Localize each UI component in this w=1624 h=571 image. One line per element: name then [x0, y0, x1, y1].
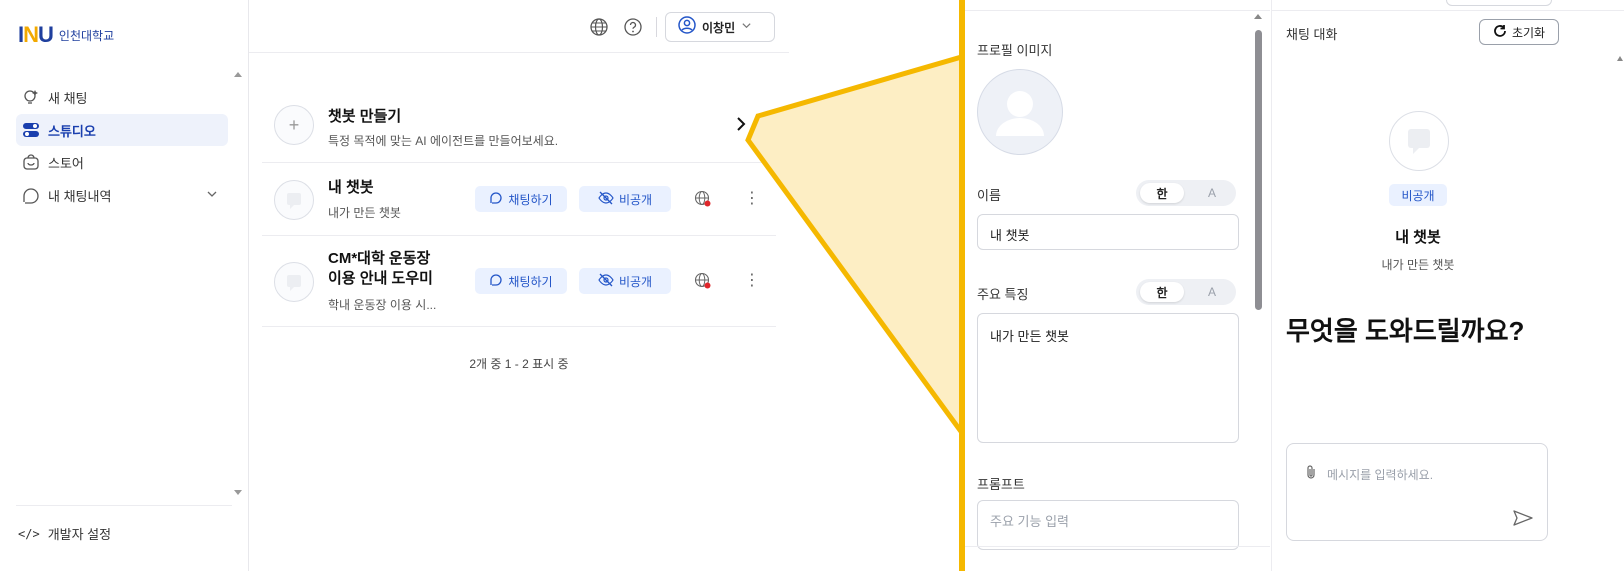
reset-button[interactable]: 초기화	[1479, 19, 1559, 45]
profile-image-label: 프로필 이미지	[977, 43, 1053, 58]
sidebar-item-label: 스토어	[48, 155, 84, 171]
developer-settings-link[interactable]: </> 개발자 설정	[18, 524, 111, 543]
paperclip-icon[interactable]	[1305, 464, 1317, 485]
name-label: 이름	[977, 188, 1001, 203]
visibility-label: 비공개	[618, 192, 653, 207]
code-icon: </>	[18, 526, 40, 541]
sidebar-item-studio[interactable]: 스튜디오	[16, 114, 228, 146]
plus-icon: +	[274, 105, 314, 145]
chatbot-title-line1: CM*대학 운동장	[328, 250, 431, 267]
start-chat-label: 채팅하기	[508, 274, 553, 289]
feature-textarea[interactable]: 내가 만든 챗봇	[977, 313, 1239, 443]
chatbot-avatar	[1389, 111, 1449, 171]
sidebar-item-new-chat[interactable]: 새 채팅	[16, 81, 228, 113]
sidebar-item-label: 내 채팅내역	[48, 188, 112, 204]
sidebar-divider	[16, 505, 232, 506]
lang-korean-option[interactable]: 한	[1140, 282, 1184, 302]
toggle-icon	[22, 121, 40, 139]
visibility-badge: 비공개	[1389, 184, 1447, 206]
create-chatbot-title: 챗봇 만들기	[328, 108, 402, 125]
chat-scroll-up-icon[interactable]	[1617, 56, 1623, 61]
chat-history-icon	[22, 186, 40, 204]
developer-settings-label: 개발자 설정	[47, 527, 112, 542]
visibility-label: 비공개	[618, 274, 653, 289]
chatbot-avatar	[274, 262, 314, 302]
message-input-box[interactable]: 메시지를 입력하세요.	[1286, 443, 1548, 541]
welcome-headline: 무엇을 도와드릴까요?	[1286, 316, 1525, 346]
chevron-down-icon[interactable]	[206, 188, 218, 203]
lang-english-option[interactable]: A	[1192, 282, 1232, 302]
top-cut-button[interactable]	[1446, 0, 1552, 6]
callout-highlight	[745, 52, 968, 445]
chatbot-editor-panel: 프로필 이미지 이름 한 A 내 챗봇 주요 특징 한 A 내가 만든 챗봇 프…	[965, 0, 1270, 571]
chatbot-title: 내 챗봇	[328, 179, 374, 196]
sidebar-item-label: 스튜디오	[48, 123, 96, 139]
help-icon[interactable]	[623, 17, 643, 42]
inu-logo-mark: INU	[18, 22, 54, 47]
chat-bubble-icon	[489, 273, 503, 290]
bot-name: 내 챗봇	[1395, 229, 1441, 246]
sidebar-scroll-down-icon[interactable]	[234, 490, 242, 495]
prompt-label: 프롬프트	[977, 477, 1025, 492]
bag-icon	[22, 153, 40, 171]
eye-off-icon	[598, 273, 614, 290]
row-divider	[262, 326, 776, 327]
send-icon[interactable]	[1513, 510, 1533, 531]
sidebar: INU 인천대학교 새 채팅 스튜디오 스토어 내 채팅내역 </> 개발자 설…	[0, 0, 249, 571]
refresh-icon	[1493, 24, 1507, 41]
school-name: 인천대학교	[58, 28, 115, 43]
lang-korean-option[interactable]: 한	[1140, 183, 1184, 203]
feature-language-toggle[interactable]: 한 A	[1136, 279, 1236, 305]
brand-logo[interactable]: INU 인천대학교	[18, 22, 114, 48]
bulb-sparkle-icon	[22, 88, 40, 106]
reset-label: 초기화	[1511, 25, 1546, 40]
globe-icon[interactable]	[589, 17, 609, 42]
chat-preview-panel: 채팅 대화 초기화 비공개 내 챗봇 내가 만든 챗봇 무엇을 도와드릴까요? …	[1271, 0, 1624, 571]
chatbot-row: 내 챗봇 내가 만든 챗봇 채팅하기 비공개 ⋮	[262, 170, 782, 230]
globe-status-icon[interactable]	[694, 272, 712, 295]
name-language-toggle[interactable]: 한 A	[1136, 180, 1236, 206]
row-divider	[262, 235, 776, 236]
sidebar-item-label: 새 채팅	[48, 90, 88, 106]
create-chatbot-row[interactable]: + 챗봇 만들기 특정 목적에 맞는 AI 에이전트를 만들어보세요.	[262, 93, 782, 161]
prompt-input[interactable]: 주요 기능 입력	[977, 500, 1239, 550]
message-input-placeholder: 메시지를 입력하세요.	[1327, 468, 1434, 482]
user-avatar-icon	[996, 91, 1044, 136]
visibility-button[interactable]: 비공개	[579, 268, 671, 294]
profile-image-upload[interactable]	[977, 69, 1063, 155]
editor-scrollbar-thumb[interactable]	[1255, 30, 1262, 310]
editor-top-divider	[965, 10, 1270, 11]
editor-scroll-up-icon[interactable]	[1254, 14, 1262, 19]
eye-off-icon	[598, 191, 614, 208]
chatbot-avatar	[274, 180, 314, 220]
chatbot-title: CM*대학 운동장 이용 안내 도우미	[328, 249, 433, 289]
sidebar-scroll-up-icon[interactable]	[234, 72, 242, 77]
chatbot-subtitle: 내가 만든 챗봇	[328, 206, 401, 220]
name-field[interactable]: 내 챗봇	[977, 214, 1239, 250]
user-avatar-icon	[678, 15, 696, 39]
row-divider	[262, 162, 776, 163]
sidebar-item-chat-history[interactable]: 내 채팅내역	[16, 179, 228, 211]
chatbot-row: CM*대학 운동장 이용 안내 도우미 학내 운동장 이용 시... 채팅하기 …	[262, 246, 782, 318]
chatbot-subtitle: 학내 운동장 이용 시...	[328, 298, 437, 312]
bot-description: 내가 만든 챗봇	[1381, 258, 1455, 272]
start-chat-button[interactable]: 채팅하기	[475, 186, 567, 212]
visibility-button[interactable]: 비공개	[579, 186, 671, 212]
chatbot-title-line2: 이용 안내 도우미	[328, 270, 433, 287]
pagination-text: 2개 중 1 - 2 표시 중	[469, 357, 569, 371]
globe-status-icon[interactable]	[694, 190, 712, 213]
user-name: 이창민	[702, 20, 736, 35]
topbar-separator	[656, 17, 657, 37]
lang-english-option[interactable]: A	[1192, 183, 1232, 203]
chat-title: 채팅 대화	[1286, 27, 1338, 42]
chat-bubble-icon	[489, 191, 503, 208]
start-chat-button[interactable]: 채팅하기	[475, 268, 567, 294]
top-bar: 이창민	[249, 0, 789, 53]
create-chatbot-subtitle: 특정 목적에 맞는 AI 에이전트를 만들어보세요.	[328, 134, 559, 148]
chat-top-divider	[1272, 10, 1624, 11]
feature-label: 주요 특징	[977, 287, 1029, 302]
editor-bottom-divider	[965, 546, 1270, 547]
sidebar-item-store[interactable]: 스토어	[16, 146, 228, 178]
start-chat-label: 채팅하기	[508, 192, 553, 207]
